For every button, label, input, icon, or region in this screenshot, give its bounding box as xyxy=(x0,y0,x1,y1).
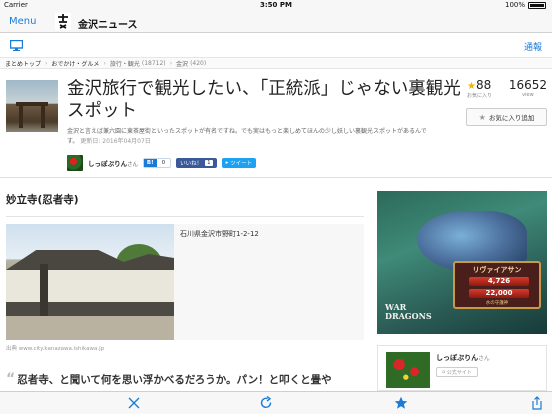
report-link[interactable]: 通報 xyxy=(524,40,542,53)
advertisement-banner[interactable]: リヴァイアサン 4,726 22,000 水の守護神 WAR DRAGONS xyxy=(377,191,547,334)
battery-percent: 100% xyxy=(504,1,525,9)
view-count: 16652 view xyxy=(508,78,547,98)
author-card[interactable]: しっぽぷりんさん ⌂ 公式サイト xyxy=(377,345,547,391)
add-favorite-button[interactable]: ★ お気に入り追加 xyxy=(466,108,547,126)
article-thumbnail xyxy=(6,80,58,132)
star-icon: ★ xyxy=(467,81,476,92)
desktop-icon[interactable] xyxy=(10,40,23,51)
author-name[interactable]: しっぽぷりんさん xyxy=(88,158,138,168)
breadcrumb-separator: › xyxy=(103,59,106,67)
reload-icon[interactable] xyxy=(259,396,273,410)
status-bar: Carrier 3:50 PM 100% xyxy=(0,0,552,11)
breadcrumb-separator: › xyxy=(169,59,173,67)
divider xyxy=(6,216,364,217)
tweet-button[interactable]: ▸ ツイート xyxy=(221,158,257,168)
favorites-count: ★88 お気に入り xyxy=(467,78,493,99)
close-icon[interactable] xyxy=(127,396,141,410)
facebook-like-button[interactable]: いいね！ 1 xyxy=(176,158,217,168)
share-icon[interactable] xyxy=(530,396,544,410)
nav-bar: Menu 金沢ニュース xyxy=(0,11,552,33)
breadcrumb-item[interactable]: おでかけ・グルメ xyxy=(51,59,99,68)
site-title[interactable]: 金沢ニュース xyxy=(78,16,138,31)
breadcrumb-separator: › xyxy=(45,59,48,67)
updated-date: 更新日: 2016年04月07日 xyxy=(80,138,151,145)
avatar[interactable] xyxy=(67,155,83,171)
bottom-toolbar xyxy=(0,391,552,414)
star-outline-icon: ★ xyxy=(478,112,486,122)
menu-button[interactable]: Menu xyxy=(9,16,36,27)
avatar[interactable] xyxy=(386,352,430,388)
article-title: 金沢旅行で観光したい、「正統派」じゃない裏観光スポット xyxy=(67,79,461,121)
ad-stat-box: リヴァイアサン 4,726 22,000 水の守護神 xyxy=(453,261,541,309)
article-description: 金沢と言えば兼六園に東茶屋街といったスポットが有名ですね。でも実はもっと楽しめて… xyxy=(67,128,427,145)
hatena-bookmark-button[interactable]: B! 0 xyxy=(142,158,172,168)
section-title: 妙立寺(忍者寺) xyxy=(6,194,79,206)
star-icon[interactable] xyxy=(394,396,408,410)
body-paragraph: “忍者寺、と聞いて何を思い浮かべるだろうか。パン！と叩くと畳や xyxy=(6,371,332,387)
clock: 3:50 PM xyxy=(260,1,292,9)
tool-row: 通報 xyxy=(0,35,552,57)
temple-photo[interactable] xyxy=(6,224,174,340)
address-text: 石川県金沢市野町1-2-12 xyxy=(180,230,259,238)
breadcrumb-item[interactable]: 金沢 (420) xyxy=(176,59,206,68)
article-stats: ★88 お気に入り 16652 view xyxy=(463,78,549,104)
photo-credit[interactable]: 出典 www.city.kanazawa.ishikawa.jp xyxy=(6,344,104,352)
site-logo-icon[interactable] xyxy=(54,12,72,31)
photo-caption-panel xyxy=(174,224,364,340)
article-header: 金沢旅行で観光したい、「正統派」じゃない裏観光スポット 金沢と言えば兼六園に東茶… xyxy=(0,70,552,178)
article-body: 妙立寺(忍者寺) 石川県金沢市野町1-2-12 出典 www.city.kana… xyxy=(0,180,370,390)
author-row: しっぽぷりんさん B! 0 いいね！ 1 ▸ ツイート xyxy=(67,155,257,171)
official-site-tag[interactable]: ⌂ 公式サイト xyxy=(436,367,478,377)
battery-status: 100% xyxy=(505,1,546,9)
battery-icon xyxy=(528,1,546,9)
quote-icon: “ xyxy=(6,371,16,387)
ad-logo: WAR DRAGONS xyxy=(385,302,432,321)
breadcrumb-item[interactable]: まとめトップ xyxy=(5,59,41,68)
breadcrumb-item[interactable]: 旅行・観光 (18712) xyxy=(110,59,166,68)
breadcrumb: まとめトップ › おでかけ・グルメ › 旅行・観光 (18712) › 金沢 (42… xyxy=(0,57,552,69)
author-name[interactable]: しっぽぷりんさん xyxy=(436,353,490,363)
